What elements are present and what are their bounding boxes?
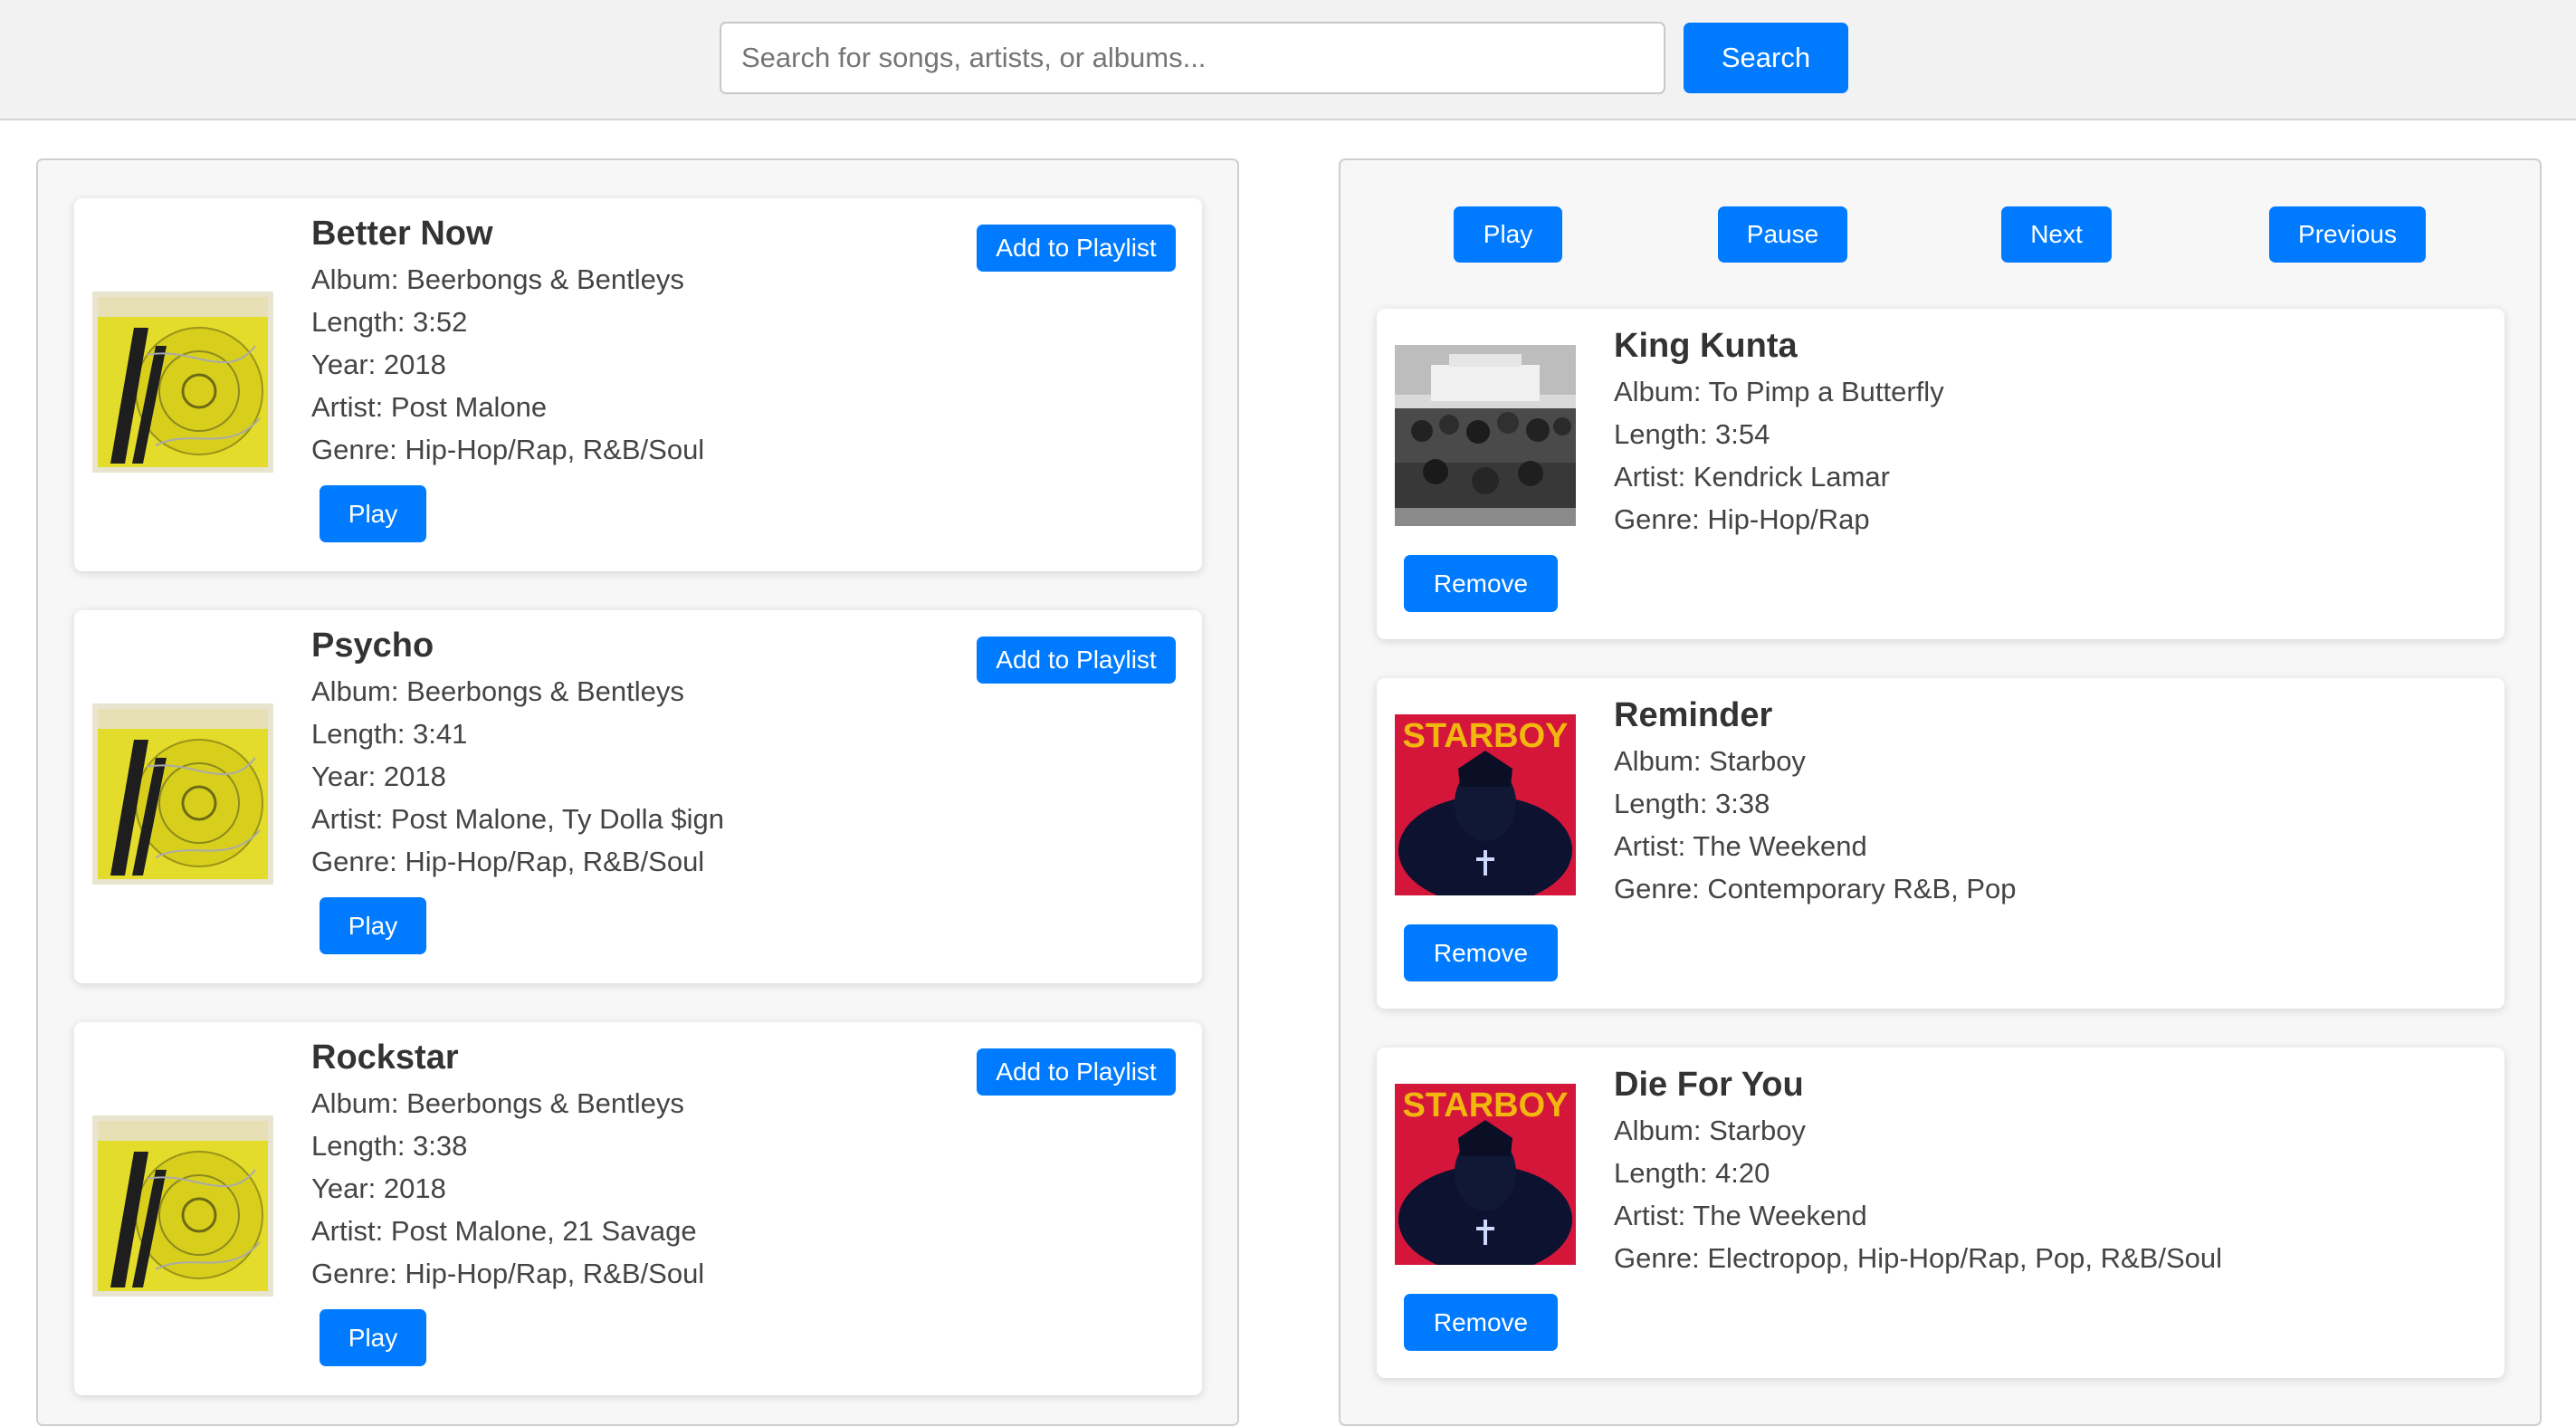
- remove-button[interactable]: Remove: [1404, 555, 1558, 612]
- add-to-playlist-button[interactable]: Add to Playlist: [977, 1048, 1176, 1096]
- song-genre: Genre: Hip-Hop/Rap, R&B/Soul: [311, 1258, 705, 1289]
- result-card: Rockstar Album: Beerbongs & Bentleys Len…: [74, 1022, 1202, 1395]
- song-genre: Genre: Hip-Hop/Rap: [1614, 503, 1870, 535]
- song-year: Year: 2018: [311, 1172, 446, 1204]
- song-title: Die For You: [1614, 1066, 1804, 1104]
- song-length: Length: 3:38: [311, 1130, 468, 1162]
- song-album: Album: Beerbongs & Bentleys: [311, 1087, 684, 1119]
- song-album: Album: Beerbongs & Bentleys: [311, 263, 684, 295]
- to-pimp-a-butterfly-cover-icon: [1395, 345, 1576, 526]
- song-length: Length: 3:54: [1614, 418, 1770, 450]
- song-title: King Kunta: [1614, 327, 1798, 365]
- song-album: Album: To Pimp a Butterfly: [1614, 376, 1944, 407]
- result-card: Psycho Album: Beerbongs & Bentleys Lengt…: [74, 610, 1202, 983]
- song-genre: Genre: Electropop, Hip-Hop/Rap, Pop, R&B…: [1614, 1242, 2223, 1274]
- song-title: Better Now: [311, 215, 493, 253]
- song-length: Length: 3:52: [311, 306, 468, 338]
- song-artist: Artist: Post Malone, Ty Dolla $ign: [311, 803, 725, 835]
- search-results-panel: Better Now Album: Beerbongs & Bentleys L…: [36, 158, 1239, 1426]
- song-artist: Artist: The Weekend: [1614, 830, 1867, 862]
- song-genre: Genre: Hip-Hop/Rap, R&B/Soul: [311, 434, 705, 465]
- song-artist: Artist: Kendrick Lamar: [1614, 461, 1890, 493]
- song-year: Year: 2018: [311, 349, 446, 380]
- song-title: Psycho: [311, 627, 434, 665]
- search-button[interactable]: Search: [1684, 23, 1848, 93]
- song-album: Album: Beerbongs & Bentleys: [311, 675, 684, 707]
- song-album: Album: Starboy: [1614, 1115, 1806, 1146]
- starboy-cover-icon: STARBOY: [1395, 714, 1576, 895]
- song-genre: Genre: Hip-Hop/Rap, R&B/Soul: [311, 846, 705, 877]
- playlist-card: King Kunta Album: To Pimp a Butterfly Le…: [1377, 309, 2504, 639]
- play-button[interactable]: Play: [320, 897, 426, 954]
- play-button[interactable]: Play: [320, 485, 426, 542]
- remove-button[interactable]: Remove: [1404, 1294, 1558, 1351]
- song-album: Album: Starboy: [1614, 745, 1806, 777]
- song-artist: Artist: Post Malone, 21 Savage: [311, 1215, 697, 1247]
- playlist-card: STARBOY Die For You Album: Starboy Lengt…: [1377, 1048, 2504, 1378]
- add-to-playlist-button[interactable]: Add to Playlist: [977, 225, 1176, 272]
- album-art: [92, 703, 273, 885]
- song-length: Length: 3:38: [1614, 788, 1770, 819]
- beerbongs-bentleys-cover-icon: [92, 292, 273, 473]
- song-title: Reminder: [1614, 696, 1773, 734]
- player-pause-button[interactable]: Pause: [1718, 206, 1847, 263]
- beerbongs-bentleys-cover-icon: [92, 703, 273, 885]
- play-button[interactable]: Play: [320, 1309, 426, 1366]
- search-bar: Search: [0, 0, 2576, 120]
- song-length: Length: 4:20: [1614, 1157, 1770, 1189]
- playlist-panel: Play Pause Next Previous King Kunta Albu…: [1339, 158, 2542, 1426]
- remove-button[interactable]: Remove: [1404, 924, 1558, 981]
- album-art: [92, 1115, 273, 1297]
- player-next-button[interactable]: Next: [2001, 206, 2112, 263]
- player-play-button[interactable]: Play: [1454, 206, 1562, 263]
- song-title: Rockstar: [311, 1038, 459, 1077]
- svg-text:STARBOY: STARBOY: [1403, 1086, 1569, 1125]
- search-input[interactable]: [720, 22, 1665, 94]
- album-art: STARBOY: [1395, 714, 1576, 895]
- song-genre: Genre: Contemporary R&B, Pop: [1614, 873, 2017, 904]
- svg-text:STARBOY: STARBOY: [1403, 717, 1569, 755]
- song-year: Year: 2018: [311, 761, 446, 792]
- player-previous-button[interactable]: Previous: [2269, 206, 2426, 263]
- beerbongs-bentleys-cover-icon: [92, 1115, 273, 1297]
- album-art: [1395, 345, 1576, 526]
- song-artist: Artist: Post Malone: [311, 391, 548, 423]
- album-art: [92, 292, 273, 473]
- result-card: Better Now Album: Beerbongs & Bentleys L…: [74, 198, 1202, 571]
- song-length: Length: 3:41: [311, 718, 468, 750]
- song-artist: Artist: The Weekend: [1614, 1200, 1867, 1231]
- add-to-playlist-button[interactable]: Add to Playlist: [977, 636, 1176, 684]
- album-art: STARBOY: [1395, 1084, 1576, 1265]
- starboy-cover-icon: STARBOY: [1395, 1084, 1576, 1265]
- playlist-card: STARBOY Reminder Album: Starboy Length: …: [1377, 678, 2504, 1009]
